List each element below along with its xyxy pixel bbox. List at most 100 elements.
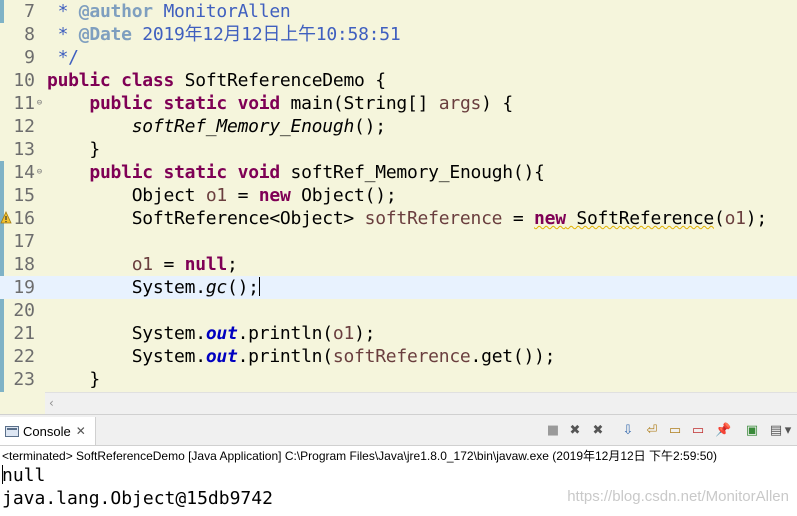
code-text: */ bbox=[47, 46, 79, 69]
code-line[interactable]: 19 System.gc(); bbox=[0, 276, 797, 299]
code-line[interactable]: 10 public class SoftReferenceDemo { bbox=[0, 69, 797, 92]
code-token: out bbox=[205, 346, 238, 367]
code-token: } bbox=[47, 139, 100, 160]
code-line[interactable]: 20 bbox=[0, 299, 797, 322]
code-token: args bbox=[438, 93, 482, 114]
line-number: 12 bbox=[13, 116, 35, 137]
code-token: static bbox=[163, 162, 228, 183]
code-token: softRef_Memory_Enough(){ bbox=[279, 162, 545, 183]
code-line[interactable]: 12 softRef_Memory_Enough(); bbox=[0, 115, 797, 138]
code-token: .println( bbox=[237, 346, 334, 367]
line-number: 22 bbox=[13, 346, 35, 367]
code-line[interactable]: 15 Object o1 = new Object(); bbox=[0, 184, 797, 207]
code-token: System. bbox=[47, 277, 206, 298]
code-text: public static void softRef_Memory_Enough… bbox=[47, 161, 545, 184]
code-line[interactable]: 8 * @Date 2019年12月12日上午10:58:51 bbox=[0, 23, 797, 46]
fold-toggle-icon[interactable]: ⊖ bbox=[35, 99, 44, 108]
code-line[interactable]: 17 bbox=[0, 230, 797, 253]
watermark: https://blog.csdn.net/MonitorAllen bbox=[567, 488, 789, 505]
console-output-line: java.lang.Object@15db9742 bbox=[2, 488, 273, 509]
code-line[interactable]: 11 ⊖ public static void main(String[] arg… bbox=[0, 92, 797, 115]
code-token: SoftReferenceDemo { bbox=[174, 70, 386, 91]
word-wrap-icon[interactable]: ⏎ bbox=[644, 423, 660, 439]
code-text: public static void main(String[] args) { bbox=[47, 92, 513, 115]
code-line[interactable]: 7 * @author MonitorAllen bbox=[0, 0, 797, 23]
code-editor[interactable]: 7 * @author MonitorAllen 8 * @Date 2019年1… bbox=[0, 0, 797, 392]
code-token: new bbox=[258, 185, 291, 206]
code-text: * @Date 2019年12月12日上午10:58:51 bbox=[47, 23, 401, 46]
code-token: public bbox=[89, 93, 153, 114]
code-line[interactable]: 18 o1 = null; bbox=[0, 253, 797, 276]
code-token: null bbox=[184, 254, 228, 275]
line-number: 23 bbox=[13, 369, 35, 390]
display-console-icon[interactable]: ▤ bbox=[768, 423, 784, 439]
code-token: public bbox=[89, 162, 153, 183]
code-text: System.out.println(o1); bbox=[47, 322, 376, 345]
horizontal-scrollbar[interactable]: ‹ bbox=[45, 392, 797, 415]
remove-launch-icon[interactable]: ✖ bbox=[567, 423, 583, 439]
code-token: Object(); bbox=[290, 185, 397, 206]
line-number: 19 bbox=[13, 277, 35, 298]
show-stdout-icon[interactable]: ▭ bbox=[667, 423, 683, 439]
terminate-icon[interactable]: ■ bbox=[545, 423, 561, 439]
code-token: o1 bbox=[332, 323, 355, 344]
pin-console-icon[interactable]: 📌 bbox=[715, 423, 731, 439]
show-stderr-icon[interactable]: ▭ bbox=[690, 423, 706, 439]
code-text: o1 = null; bbox=[47, 253, 238, 276]
line-number: 13 bbox=[13, 139, 35, 160]
scroll-left-icon[interactable]: ‹ bbox=[49, 396, 54, 410]
line-number: 20 bbox=[13, 300, 35, 321]
code-token: @author bbox=[78, 1, 153, 22]
scroll-lock-icon[interactable]: ⇩ bbox=[620, 423, 636, 439]
code-line[interactable]: 14 ⊖ public static void softRef_Memory_En… bbox=[0, 161, 797, 184]
line-number: 16 bbox=[13, 208, 35, 229]
code-token: public bbox=[47, 70, 111, 91]
code-token: ); bbox=[354, 323, 376, 344]
fold-toggle-icon[interactable]: ⊖ bbox=[35, 168, 44, 177]
code-token: SoftReference bbox=[565, 208, 714, 229]
code-line[interactable]: 9 */ bbox=[0, 46, 797, 69]
code-token: * bbox=[47, 24, 79, 45]
code-line[interactable]: 23 } bbox=[0, 368, 797, 391]
code-token: = bbox=[227, 185, 259, 206]
text-caret bbox=[258, 277, 260, 296]
code-token: System. bbox=[47, 323, 206, 344]
open-console-icon[interactable]: ▣ bbox=[744, 423, 760, 439]
code-line[interactable]: 13 } bbox=[0, 138, 797, 161]
code-text: System.out.println(softReference.get()); bbox=[47, 345, 556, 368]
code-token: ) { bbox=[481, 93, 513, 114]
code-token: = bbox=[502, 208, 535, 229]
code-line[interactable]: 16 SoftReference<Object> softReference =… bbox=[0, 207, 797, 230]
console-output-line: null bbox=[2, 465, 46, 486]
console-output[interactable]: null java.lang.Object@15db9742 bbox=[2, 464, 273, 510]
line-number: 7 bbox=[24, 1, 35, 22]
code-token: System. bbox=[47, 346, 206, 367]
code-line[interactable]: 21 System.out.println(o1); bbox=[0, 322, 797, 345]
code-line[interactable]: 22 System.out.println(softReference.get(… bbox=[0, 345, 797, 368]
code-token: o1 bbox=[131, 254, 153, 275]
tab-console[interactable]: Console ✕ bbox=[0, 417, 96, 445]
code-text: } bbox=[47, 368, 100, 391]
code-token: (); bbox=[227, 277, 259, 298]
line-number: 9 bbox=[24, 47, 35, 68]
line-number: 11 bbox=[13, 93, 35, 114]
code-token: 2019年12月12日上午10:58:51 bbox=[131, 24, 401, 45]
line-number: 18 bbox=[13, 254, 35, 275]
code-text: softRef_Memory_Enough(); bbox=[47, 115, 386, 138]
code-text: System.gc(); bbox=[47, 276, 260, 299]
code-token: static bbox=[163, 93, 228, 114]
warning-icon[interactable] bbox=[0, 211, 12, 225]
code-token: ); bbox=[745, 208, 767, 229]
code-token: (); bbox=[354, 116, 386, 137]
chevron-down-icon[interactable]: ▾ bbox=[783, 423, 793, 439]
remove-all-launches-icon[interactable]: ✖ bbox=[590, 423, 606, 439]
close-icon[interactable]: ✕ bbox=[76, 424, 86, 438]
code-token: o1 bbox=[724, 208, 746, 229]
code-text: } bbox=[47, 138, 100, 161]
